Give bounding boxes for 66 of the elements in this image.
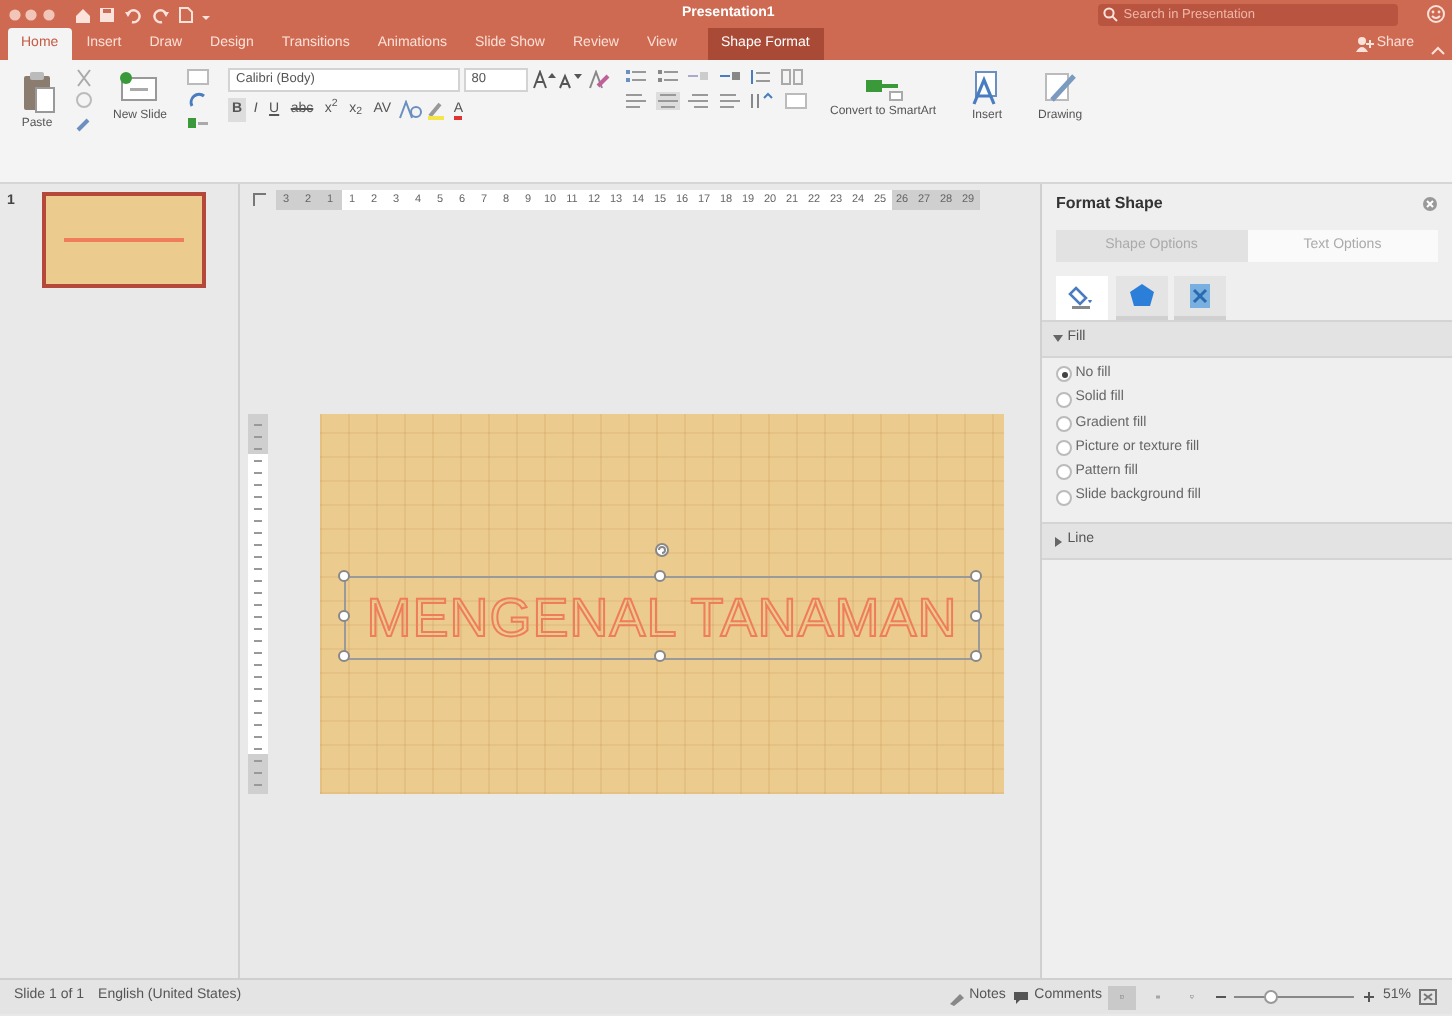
new-slide-icon bbox=[118, 69, 162, 105]
collapsed-icon bbox=[1052, 535, 1064, 547]
resize-handle[interactable] bbox=[969, 610, 982, 622]
font-shrink-icon[interactable] bbox=[558, 69, 583, 89]
rotate-handle-icon[interactable] bbox=[654, 542, 670, 558]
scissors-icon[interactable] bbox=[74, 67, 94, 87]
align-text-icon[interactable] bbox=[783, 92, 812, 110]
radio-button[interactable] bbox=[1056, 489, 1072, 505]
highlighter-icon[interactable] bbox=[426, 100, 447, 120]
expanded-icon bbox=[1052, 332, 1064, 345]
decrease-indent-icon[interactable] bbox=[686, 67, 711, 85]
search-icon bbox=[1101, 6, 1122, 22]
pencil-icon bbox=[947, 989, 966, 1005]
bullets-icon[interactable] bbox=[624, 67, 649, 85]
radio-button[interactable] bbox=[1056, 440, 1072, 456]
resize-handle[interactable] bbox=[338, 570, 351, 582]
drawing-brush-icon bbox=[1040, 69, 1081, 105]
radio-button[interactable] bbox=[1056, 366, 1072, 383]
zoom-out-icon[interactable] bbox=[1213, 990, 1228, 1004]
resize-handle[interactable] bbox=[338, 650, 351, 662]
title-placeholder-line bbox=[63, 235, 184, 243]
icon-tab[interactable] bbox=[1115, 276, 1167, 320]
resize-handle[interactable] bbox=[338, 610, 351, 622]
clipboard-icon bbox=[19, 69, 55, 113]
increase-indent-icon[interactable] bbox=[717, 67, 742, 85]
resize-handle[interactable] bbox=[969, 570, 982, 582]
resize-handle[interactable] bbox=[654, 650, 666, 662]
home-icon[interactable] bbox=[73, 5, 92, 23]
font-grow-icon[interactable] bbox=[531, 69, 556, 89]
zoom-slider-thumb[interactable] bbox=[1264, 990, 1279, 1004]
fit-to-window-icon[interactable] bbox=[1418, 988, 1438, 1006]
smiley-icon[interactable] bbox=[1425, 4, 1445, 24]
close-icon[interactable] bbox=[1422, 195, 1438, 211]
align-right-icon[interactable] bbox=[686, 92, 711, 110]
radio-button[interactable] bbox=[1056, 464, 1072, 481]
copy-icon[interactable] bbox=[74, 90, 94, 111]
slide-title: MENGENAL TANAMAN bbox=[364, 588, 960, 648]
icon-tab[interactable] bbox=[1174, 276, 1226, 320]
undo-icon[interactable] bbox=[123, 5, 144, 23]
radio-button[interactable] bbox=[1056, 415, 1072, 432]
brush-icon[interactable] bbox=[74, 114, 94, 134]
layout-icon[interactable] bbox=[186, 67, 215, 87]
resize-handle[interactable] bbox=[654, 570, 666, 582]
columns-icon[interactable] bbox=[779, 67, 804, 85]
clear-format-icon[interactable] bbox=[586, 69, 611, 89]
redo-icon[interactable] bbox=[150, 5, 171, 23]
paint-bucket-icon bbox=[1068, 282, 1096, 310]
pane-title: Format Shape bbox=[1056, 191, 1163, 215]
radio-button[interactable] bbox=[1056, 391, 1072, 407]
size-icon bbox=[1186, 282, 1214, 310]
tab-stop-icon[interactable] bbox=[252, 192, 268, 208]
document-icon[interactable] bbox=[177, 5, 194, 23]
text-effects-icon[interactable] bbox=[398, 100, 423, 120]
align-justify-icon[interactable] bbox=[717, 92, 742, 110]
slide-thumbnail[interactable] bbox=[41, 191, 206, 287]
comment-icon bbox=[1012, 989, 1031, 1005]
line-spacing-icon[interactable] bbox=[748, 67, 773, 85]
zoom-in-icon[interactable] bbox=[1361, 990, 1376, 1004]
align-left-icon[interactable] bbox=[624, 92, 649, 110]
text-direction-icon[interactable] bbox=[748, 92, 777, 110]
pentagon-icon bbox=[1127, 282, 1155, 310]
numbering-icon[interactable] bbox=[655, 67, 680, 85]
align-center-icon[interactable] bbox=[655, 92, 680, 110]
save-icon[interactable] bbox=[98, 5, 117, 23]
resize-handle[interactable] bbox=[969, 650, 982, 662]
person-add-icon bbox=[1355, 36, 1374, 52]
